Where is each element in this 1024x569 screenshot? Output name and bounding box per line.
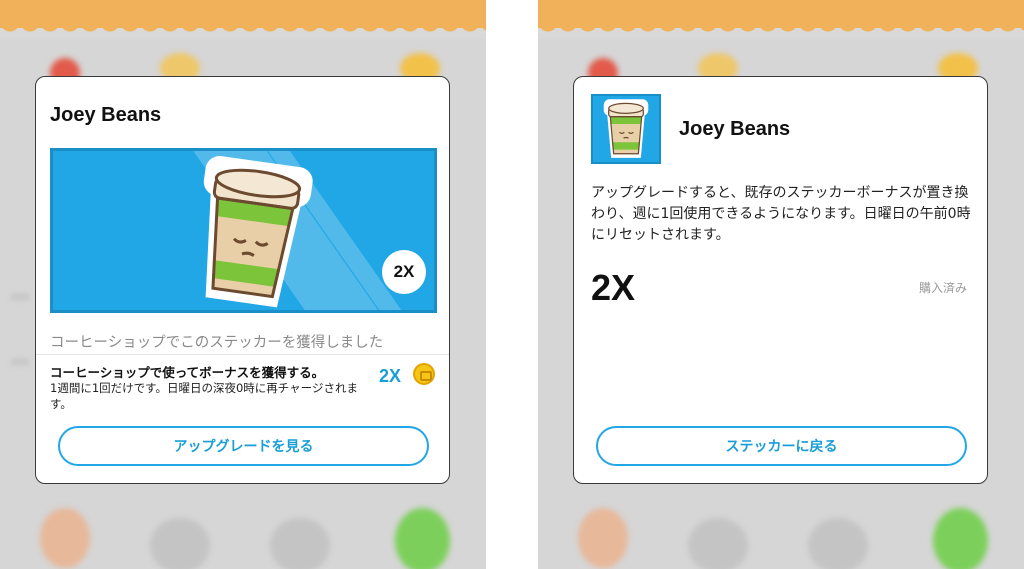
coin-icon xyxy=(413,363,435,385)
upgrade-detail-dialog: Joey Beans アップグレードすると、既存のステッカーボーナスが置き換わり… xyxy=(573,76,988,484)
bonus-multiplier: 2X xyxy=(379,366,402,386)
coffee-cup-sticker-icon xyxy=(180,151,321,310)
divider xyxy=(36,354,449,355)
sticker-thumbnail-icon xyxy=(591,94,661,164)
header-wave xyxy=(538,22,1024,38)
multiplier-badge: 2X xyxy=(382,250,426,294)
purchased-status: 購入済み xyxy=(918,281,967,295)
left-screen: Joey Beans 2X コーヒーショップでこのステッカーを獲得しました コー… xyxy=(0,0,486,569)
upgrade-description: アップグレードすると、既存のステッカーボーナスが置き換わり、週に1回使用できるよ… xyxy=(591,185,971,243)
back-to-stickers-button[interactable]: ステッカーに戻る xyxy=(596,426,967,466)
sticker-title: Joey Beans xyxy=(50,104,162,126)
sticker-title: Joey Beans xyxy=(679,118,791,140)
sticker-detail-dialog: Joey Beans 2X コーヒーショップでこのステッカーを獲得しました コー… xyxy=(35,76,450,484)
acquired-text: コーヒーショップでこのステッカーを獲得しました xyxy=(50,335,384,351)
header-wave xyxy=(0,22,486,38)
bonus-description: 1週間に1回だけです。日曜日の深夜0時に再チャージされます。 xyxy=(50,381,358,411)
see-upgrade-button[interactable]: アップグレードを見る xyxy=(58,426,429,466)
sticker-banner: 2X xyxy=(50,148,437,313)
upgrade-multiplier: 2X xyxy=(591,267,636,308)
right-screen: Joey Beans アップグレードすると、既存のステッカーボーナスが置き換わり… xyxy=(538,0,1024,569)
bonus-title: コーヒーショップで使ってボーナスを獲得する。 xyxy=(50,365,325,380)
